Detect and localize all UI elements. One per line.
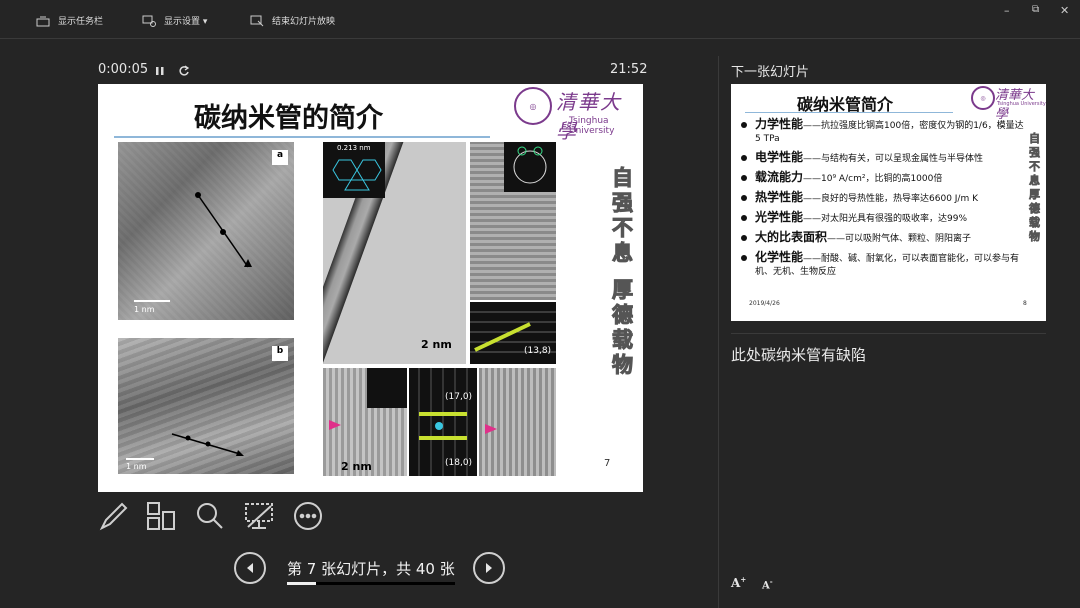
pause-icon[interactable] <box>154 62 168 76</box>
next-title-underline <box>745 112 953 113</box>
next-slide-date: 2019/4/26 <box>749 300 780 307</box>
list-item: 光学性能——对太阳光具有很强的吸收率，达99% <box>741 211 1027 226</box>
diffraction-inset-2 <box>367 368 407 408</box>
slide-page-number: 7 <box>604 458 611 469</box>
tem-bottom-left: 2 nm <box>323 368 407 476</box>
scale-bar-a <box>134 300 170 302</box>
zoom-button[interactable] <box>194 500 226 532</box>
slides-grid-icon <box>147 502 175 530</box>
previous-slide-button[interactable] <box>234 552 266 584</box>
top-divider <box>0 38 1080 39</box>
previous-slide-icon <box>247 563 253 573</box>
elapsed-timer: 0:00:05 <box>98 62 149 77</box>
clock: 21:52 <box>610 62 648 77</box>
next-bullet-list: 力学性能——抗拉强度比钢高100倍，密度仅为钢的1/6，模量达5 TPa 电学性… <box>741 118 1027 284</box>
university-seal-icon: ◎ <box>514 87 552 125</box>
pen-icon <box>99 502 128 531</box>
stm-image-a: a 1 nm <box>118 142 294 320</box>
decrease-font-button[interactable]: A- <box>762 577 773 591</box>
chiral-label-2: (17,0) <box>445 392 473 402</box>
label-a: a <box>272 150 288 165</box>
chiral-label-1: (13,8) <box>524 346 552 356</box>
motto-1: 自强不息 <box>612 166 634 266</box>
scale-bar-b <box>126 458 154 460</box>
next-slide-icon <box>486 563 492 573</box>
list-item: 力学性能——抗拉强度比钢高100倍，密度仅为钢的1/6，模量达5 TPa <box>741 118 1027 146</box>
show-taskbar-label: 显示任务栏 <box>58 17 104 27</box>
next-slide-page-number: 8 <box>1023 300 1027 307</box>
slide-progress-track <box>287 582 455 585</box>
slide-title: 碳纳米管的简介 <box>194 103 383 134</box>
increase-font-button[interactable]: A+ <box>731 575 746 590</box>
slide-progress-fill <box>287 582 317 585</box>
next-slide-heading: 下一张幻灯片 <box>731 65 810 80</box>
next-motto: 自强不息 厚德载物 <box>1029 132 1041 244</box>
label-b: b <box>272 346 288 361</box>
more-options-icon <box>294 502 322 530</box>
chiral-model-2: (17,0) (18,0) <box>409 368 477 476</box>
notes-divider <box>731 333 1046 334</box>
stm-image-b: b 1 nm <box>118 338 294 474</box>
see-all-slides-button[interactable] <box>145 500 177 532</box>
more-options-button[interactable] <box>292 500 324 532</box>
list-item: 电学性能——与结构有关，可以呈现金属性与半导体性 <box>741 151 1027 166</box>
tem-tube-column <box>470 142 556 300</box>
list-item: 大的比表面积——可以吸附气体、颗粒、阴阳离子 <box>741 231 1027 246</box>
end-show-icon <box>250 15 264 26</box>
display-settings-icon <box>142 15 156 27</box>
taskbar-icon <box>36 16 50 26</box>
list-item: 化学性能——耐酸、碱、耐氧化，可以表面官能化，可以参与有机、无机、生物反应 <box>741 251 1027 279</box>
scale-label-tem2: 2 nm <box>341 460 372 473</box>
chiral-label-3: (18,0) <box>445 458 473 468</box>
motto-2: 厚德载物 <box>612 278 634 378</box>
end-slideshow-button[interactable]: 结束幻灯片放映 <box>250 14 335 27</box>
restore-button[interactable]: ⧉ <box>1032 4 1039 15</box>
close-button[interactable]: ✕ <box>1060 4 1069 17</box>
restart-icon[interactable] <box>178 62 192 76</box>
logo-subtext: Tsinghua University <box>569 116 615 136</box>
lattice-inset: 0.213 nm <box>323 142 385 198</box>
pen-tool-button[interactable] <box>98 500 130 532</box>
end-slideshow-label: 结束幻灯片放映 <box>272 17 336 27</box>
zoom-icon <box>197 503 223 529</box>
tem-nanotube-image: 0.213 nm 2 nm <box>323 142 466 364</box>
next-slide-preview[interactable]: 碳纳米管简介 ◎ 清華大學 Tsinghua University 自强不息 厚… <box>731 84 1046 321</box>
diffraction-inset <box>504 142 556 192</box>
next-slide-button[interactable] <box>473 552 505 584</box>
list-item: 热学性能——良好的导热性能，热导率达6600 J/m K <box>741 191 1027 206</box>
current-slide[interactable]: 碳纳米管的简介 ◎ 清華大學 Tsinghua University 自强不息 … <box>98 84 643 492</box>
title-underline <box>114 136 490 138</box>
panel-divider <box>718 56 719 608</box>
display-settings-label: 显示设置 ▾ <box>164 17 208 27</box>
chiral-model-1: (13,8) <box>470 302 556 364</box>
list-item: 载流能力——10⁹ A/cm²，比铜的高1000倍 <box>741 171 1027 186</box>
scale-label-b: 1 nm <box>126 462 147 471</box>
scale-label-tem: 2 nm <box>421 338 452 351</box>
show-taskbar-button[interactable]: 显示任务栏 <box>36 14 103 27</box>
screen-off-icon <box>245 503 273 529</box>
next-logo-subtext: Tsinghua University <box>997 101 1046 107</box>
black-screen-button[interactable] <box>243 500 275 532</box>
lattice-label: 0.213 nm <box>337 144 371 152</box>
scale-label-a: 1 nm <box>134 305 155 314</box>
display-settings-button[interactable]: 显示设置 ▾ <box>142 14 207 27</box>
tem-bottom-right <box>479 368 556 476</box>
speaker-notes[interactable]: 此处碳纳米管有缺陷 <box>731 344 1046 365</box>
slide-counter: 第 7 张幻灯片，共 40 张 <box>287 560 455 578</box>
minimize-button[interactable]: – <box>1004 4 1010 17</box>
next-seal-icon: ◎ <box>971 86 995 110</box>
